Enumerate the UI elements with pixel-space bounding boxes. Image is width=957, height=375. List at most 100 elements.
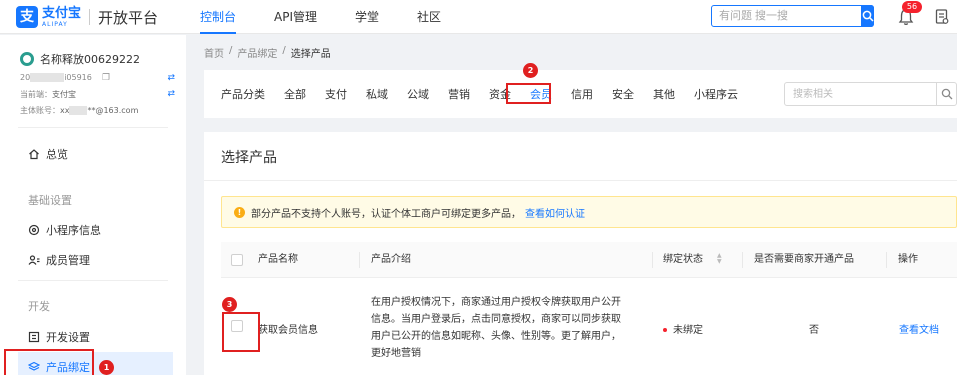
redacted-block bbox=[69, 106, 88, 115]
column-separator bbox=[652, 252, 653, 268]
sidebar-item-dev-settings[interactable]: 开发设置 bbox=[28, 329, 90, 345]
category-miniapp-cloud[interactable]: 小程序云 bbox=[694, 86, 738, 102]
current-end-value: 支付宝 bbox=[52, 90, 76, 99]
nav-api-management[interactable]: API管理 bbox=[274, 0, 317, 34]
sidebar-item-label: 成员管理 bbox=[46, 254, 90, 267]
sidebar-item-label: 总览 bbox=[46, 148, 68, 161]
logo-en-text: ALIPAY bbox=[42, 20, 68, 28]
sidebar-item-miniapp-info[interactable]: 小程序信息 bbox=[28, 222, 101, 238]
nav-console[interactable]: 控制台 bbox=[200, 0, 237, 34]
binding-status-text: 未绑定 bbox=[673, 325, 703, 336]
product-select-card: 选择产品 ! 部分产品不支持个人账号，认证个体工商户可绑定更多产品， 查看如何认… bbox=[204, 132, 957, 375]
sidebar-group-basic: 基础设置 bbox=[28, 194, 72, 207]
top-search-input[interactable] bbox=[712, 6, 861, 26]
miniapp-icon bbox=[28, 224, 40, 236]
notification-badge: 56 bbox=[902, 1, 922, 13]
current-end-label: 当前端： bbox=[20, 90, 52, 99]
annotation-box-1 bbox=[4, 349, 94, 375]
category-public-domain[interactable]: 公域 bbox=[407, 86, 429, 102]
column-header-status[interactable]: 绑定状态 ▲ ▼ bbox=[663, 242, 722, 278]
main-account-prefix: xx bbox=[60, 106, 70, 115]
account-id-suffix: i05916 bbox=[64, 73, 92, 82]
category-credit[interactable]: 信用 bbox=[571, 86, 593, 102]
top-nav: 控制台 API管理 学堂 社区 bbox=[200, 0, 479, 34]
warning-icon: ! bbox=[234, 206, 245, 218]
top-search-box bbox=[711, 5, 874, 27]
annotation-marker-2: 2 bbox=[523, 63, 538, 78]
product-intro-line: 信息。当用户登录后，点击同意授权，商家可以同步获取 bbox=[371, 314, 621, 325]
miniapp-avatar-icon bbox=[20, 52, 34, 66]
home-icon bbox=[29, 149, 39, 160]
sidebar-divider bbox=[18, 127, 168, 128]
category-all[interactable]: 全部 bbox=[284, 86, 306, 102]
binding-status: 未绑定 bbox=[663, 321, 703, 336]
copy-icon[interactable]: ❐ bbox=[102, 73, 110, 83]
annotation-box-2 bbox=[506, 83, 551, 104]
product-intro-line: 在用户授权情况下，商家通过用户授权令牌获取用户公开 bbox=[371, 297, 621, 308]
category-label: 产品分类 bbox=[221, 88, 265, 101]
column-separator bbox=[742, 252, 743, 268]
select-all-checkbox[interactable] bbox=[231, 254, 243, 266]
alipay-logo-icon: 支 bbox=[16, 6, 38, 28]
category-security[interactable]: 安全 bbox=[612, 86, 634, 102]
top-search-button[interactable] bbox=[861, 5, 874, 27]
table-row: 获取会员信息 在用户授权情况下，商家通过用户授权令牌获取用户公开 信息。当用户登… bbox=[221, 278, 957, 375]
column-separator bbox=[359, 252, 360, 268]
category-search-input[interactable] bbox=[785, 83, 935, 105]
current-end-row: 当前端：支付宝 ⇄ bbox=[20, 89, 175, 100]
sidebar-item-label: 开发设置 bbox=[46, 331, 90, 344]
document-icon[interactable] bbox=[935, 9, 949, 25]
account-id-row: 20 i05916 ❐ ⇄ bbox=[20, 73, 175, 83]
nav-academy[interactable]: 学堂 bbox=[355, 0, 379, 34]
breadcrumb-current: 选择产品 bbox=[290, 49, 331, 60]
breadcrumb-separator: / bbox=[229, 45, 233, 56]
main-account-suffix: **@163.com bbox=[87, 106, 139, 115]
annotation-box-3 bbox=[222, 312, 260, 352]
account-name: 名称释放00629222 bbox=[20, 51, 140, 67]
breadcrumb-home[interactable]: 首页 bbox=[204, 45, 224, 60]
annotation-marker-1: 1 bbox=[99, 360, 114, 375]
alipay-logo[interactable]: 支 支付宝 ALIPAY 开放平台 bbox=[16, 6, 158, 28]
nav-community[interactable]: 社区 bbox=[417, 0, 441, 34]
breadcrumb-separator: / bbox=[282, 45, 286, 56]
notice-text: 部分产品不支持个人账号，认证个体工商户可绑定更多产品， bbox=[251, 208, 521, 220]
table-header: 产品名称 产品介绍 绑定状态 ▲ ▼ 是否需要商家开通产品 操作 bbox=[221, 242, 957, 278]
logo-divider bbox=[89, 9, 91, 25]
product-intro-line: 更好地营销 bbox=[371, 348, 421, 359]
sidebar: 名称释放00629222 20 i05916 ❐ ⇄ 当前端：支付宝 ⇄ 主体账号… bbox=[0, 35, 186, 375]
product-intro-line: 用户已公开的信息如昵称、头像、性别等。更了解用户， bbox=[371, 331, 621, 342]
switch-icon[interactable]: ⇄ bbox=[167, 73, 175, 83]
search-icon bbox=[862, 10, 874, 22]
category-marketing[interactable]: 营销 bbox=[448, 86, 470, 102]
category-search-box bbox=[784, 82, 957, 106]
sidebar-group-dev: 开发 bbox=[28, 300, 50, 313]
account-name-text: 名称释放00629222 bbox=[40, 53, 140, 66]
category-filter-card: 产品分类 全部 支付 私域 公域 营销 资金 会员 信用 安全 其他 小程序云 bbox=[204, 70, 957, 118]
sidebar-item-label: 小程序信息 bbox=[46, 224, 101, 237]
status-dot bbox=[663, 328, 667, 332]
notice-banner: ! 部分产品不支持个人账号，认证个体工商户可绑定更多产品， 查看如何认证 bbox=[221, 196, 957, 228]
title-divider bbox=[204, 180, 957, 181]
column-header-action: 操作 bbox=[898, 254, 918, 265]
sidebar-item-members[interactable]: 成员管理 bbox=[28, 252, 90, 268]
account-id-prefix: 20 bbox=[20, 73, 31, 82]
category-other[interactable]: 其他 bbox=[653, 86, 675, 102]
category-private-domain[interactable]: 私域 bbox=[366, 86, 388, 102]
category-payment[interactable]: 支付 bbox=[325, 86, 347, 102]
product-intro: 在用户授权情况下，商家通过用户授权令牌获取用户公开 信息。当用户登录后，点击同意… bbox=[371, 294, 651, 362]
column-header-intro: 产品介绍 bbox=[371, 254, 411, 265]
breadcrumb-product-binding[interactable]: 产品绑定 bbox=[237, 45, 277, 60]
view-docs-link[interactable]: 查看文档 bbox=[899, 321, 939, 336]
sort-icon[interactable]: ▲ ▼ bbox=[717, 253, 722, 265]
main-account-label: 主体账号： bbox=[20, 106, 60, 115]
notice-link[interactable]: 查看如何认证 bbox=[525, 205, 585, 220]
category-search-button[interactable] bbox=[936, 83, 956, 105]
need-open-value: 否 bbox=[809, 325, 819, 336]
search-icon bbox=[941, 88, 953, 100]
breadcrumb: 首页 / 产品绑定 / 选择产品 bbox=[204, 45, 336, 60]
product-name: 获取会员信息 bbox=[258, 325, 318, 336]
sidebar-item-overview[interactable]: 总览 bbox=[28, 146, 68, 162]
switch-end-icon[interactable]: ⇄ bbox=[167, 89, 175, 99]
column-header-name: 产品名称 bbox=[258, 254, 298, 265]
members-icon bbox=[28, 255, 40, 265]
